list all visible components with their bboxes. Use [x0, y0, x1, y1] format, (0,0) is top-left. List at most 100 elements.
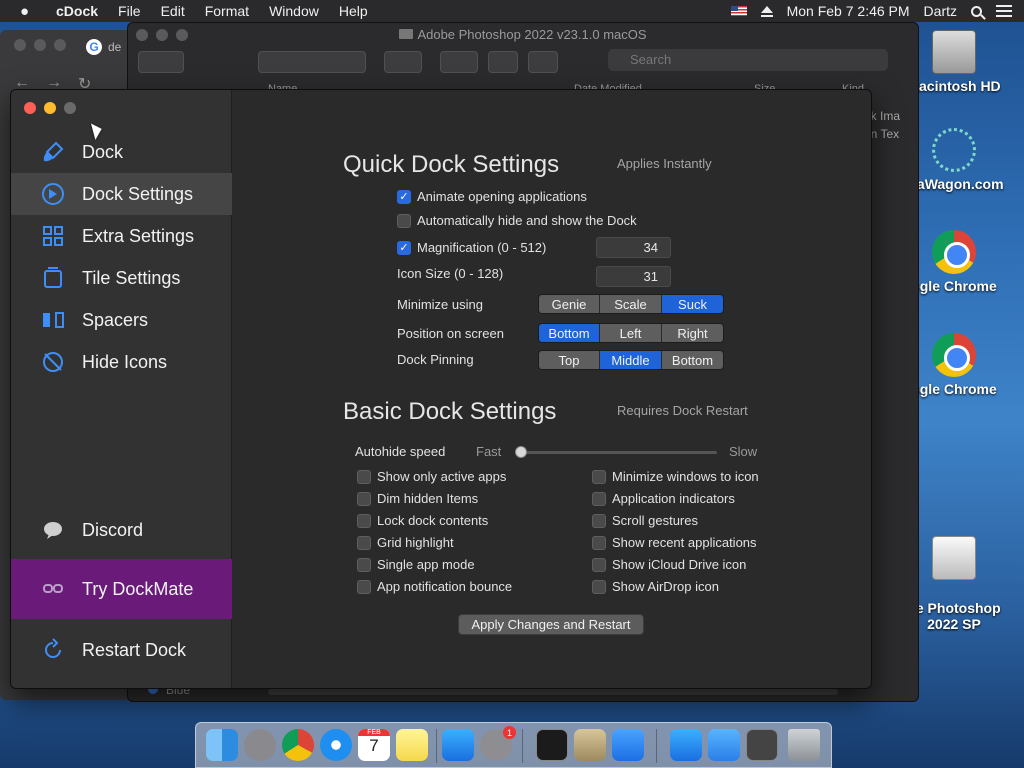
back-forward-buttons[interactable] [138, 51, 184, 73]
sidebar-item-dock-settings[interactable]: Dock Settings [11, 173, 232, 215]
autohide-row[interactable]: Automatically hide and show the Dock [397, 213, 637, 228]
spotlight-search-icon[interactable] [971, 5, 982, 17]
notification-badge: 1 [503, 726, 516, 739]
checkbox[interactable] [357, 557, 371, 572]
browser-tab-title[interactable]: de [108, 40, 121, 54]
minimize-scale-option[interactable]: Scale [600, 295, 662, 313]
cdock-icon[interactable] [612, 729, 644, 761]
sidebar-item-restart-dock[interactable]: Restart Dock [11, 629, 232, 671]
sidebar-item-tile-settings[interactable]: Tile Settings [11, 257, 232, 299]
autohide-speed-knob[interactable] [515, 446, 527, 458]
option-minimize-to-icon[interactable]: Minimize windows to icon [592, 469, 759, 484]
position-control: Bottom Left Right [538, 323, 724, 343]
option-dim-hidden-items[interactable]: Dim hidden Items [357, 491, 478, 506]
zoom-icon[interactable] [64, 102, 76, 114]
checkbox[interactable] [592, 513, 606, 528]
menu-user[interactable]: Dartz [924, 3, 957, 19]
grid-icon [40, 223, 66, 249]
pinning-bottom-option[interactable]: Bottom [662, 351, 723, 369]
safari-icon[interactable] [320, 729, 352, 761]
system-preferences-icon[interactable]: 1 [480, 726, 516, 761]
magnification-field[interactable]: 34 [596, 237, 671, 258]
share-button[interactable] [488, 51, 518, 73]
group-button[interactable] [384, 51, 422, 73]
option-show-recent-apps[interactable]: Show recent applications [592, 535, 757, 550]
finder-search-input[interactable]: Search [608, 49, 888, 71]
chrome-icon[interactable] [282, 729, 314, 761]
menu-format[interactable]: Format [205, 3, 249, 19]
tag-button[interactable] [528, 51, 558, 73]
app-store-icon[interactable] [442, 729, 474, 761]
menu-window[interactable]: Window [269, 3, 319, 19]
option-lock-dock-contents[interactable]: Lock dock contents [357, 513, 488, 528]
input-source-flag-icon[interactable] [730, 6, 747, 16]
checkbox[interactable] [592, 557, 606, 572]
animate-opening-checkbox[interactable]: ✓ [397, 189, 411, 204]
menu-app-name[interactable]: cDock [56, 3, 98, 19]
close-icon[interactable] [14, 39, 26, 51]
option-show-active-apps[interactable]: Show only active apps [357, 469, 506, 484]
magnification-row[interactable]: ✓ Magnification (0 - 512) [397, 240, 546, 255]
minimize-genie-option[interactable]: Genie [539, 295, 600, 313]
app-store-folder-icon[interactable] [670, 729, 702, 761]
checkbox[interactable] [357, 469, 371, 484]
launchpad-icon[interactable] [244, 729, 276, 761]
close-icon[interactable] [24, 102, 36, 114]
calendar-month: FEB [358, 729, 390, 736]
option-scroll-gestures[interactable]: Scroll gestures [592, 513, 698, 528]
checkbox[interactable] [592, 535, 606, 550]
sidebar-item-hide-icons[interactable]: Hide Icons [11, 341, 232, 383]
checkbox[interactable] [357, 535, 371, 550]
menu-help[interactable]: Help [339, 3, 368, 19]
option-application-indicators[interactable]: Application indicators [592, 491, 735, 506]
menu-clock[interactable]: Mon Feb 7 2:46 PM [787, 3, 910, 19]
calendar-icon[interactable]: FEB 7 [358, 729, 390, 761]
notification-center-icon[interactable] [996, 5, 1012, 17]
sidebar-item-try-dockmate[interactable]: Try DockMate [11, 559, 232, 619]
position-left-option[interactable]: Left [600, 324, 662, 342]
minimize-icon[interactable] [34, 39, 46, 51]
option-grid-highlight[interactable]: Grid highlight [357, 535, 454, 550]
apple-menu-icon[interactable]: ● [20, 3, 38, 20]
sidebar-item-extra-settings[interactable]: Extra Settings [11, 215, 232, 257]
checkbox[interactable] [592, 579, 606, 594]
autohide-checkbox[interactable] [397, 213, 411, 228]
zoom-icon[interactable] [54, 39, 66, 51]
trash-icon[interactable] [788, 729, 820, 761]
option-single-app-mode[interactable]: Single app mode [357, 557, 475, 572]
checkbox[interactable] [357, 579, 371, 594]
position-right-option[interactable]: Right [662, 324, 723, 342]
autohide-speed-slider[interactable] [517, 451, 717, 454]
eject-icon[interactable] [760, 5, 773, 17]
pinning-top-option[interactable]: Top [539, 351, 600, 369]
option-app-notification-bounce[interactable]: App notification bounce [357, 579, 512, 594]
icon-size-field[interactable]: 31 [596, 266, 671, 287]
sidebar-item-dock[interactable]: Dock [11, 131, 232, 173]
applications-folder-icon[interactable] [708, 729, 740, 761]
checkbox[interactable] [592, 469, 606, 484]
action-gear-button[interactable] [440, 51, 478, 73]
animate-opening-row[interactable]: ✓ Animate opening applications [397, 189, 587, 204]
finder-icon[interactable] [206, 729, 238, 761]
option-show-icloud-drive[interactable]: Show iCloud Drive icon [592, 557, 746, 572]
checkbox[interactable] [592, 491, 606, 506]
sidebar-item-spacers[interactable]: Spacers [11, 299, 232, 341]
horizontal-scrollbar[interactable] [268, 689, 838, 695]
view-mode-buttons[interactable] [258, 51, 366, 73]
terminal-icon[interactable] [536, 729, 568, 761]
pinning-middle-option[interactable]: Middle [600, 351, 662, 369]
menu-file[interactable]: File [118, 3, 141, 19]
minimize-icon[interactable] [44, 102, 56, 114]
checkbox[interactable] [357, 491, 371, 506]
sidebar-item-discord[interactable]: Discord [11, 509, 232, 551]
minimize-suck-option[interactable]: Suck [662, 295, 723, 313]
menu-edit[interactable]: Edit [161, 3, 185, 19]
keychain-icon[interactable] [574, 729, 606, 761]
apply-changes-button[interactable]: Apply Changes and Restart [458, 614, 644, 635]
notes-icon[interactable] [396, 729, 428, 761]
position-bottom-option[interactable]: Bottom [539, 324, 600, 342]
magnification-checkbox[interactable]: ✓ [397, 240, 411, 255]
checkbox[interactable] [357, 513, 371, 528]
option-show-airdrop[interactable]: Show AirDrop icon [592, 579, 719, 594]
screenshot-folder-icon[interactable] [746, 729, 778, 761]
